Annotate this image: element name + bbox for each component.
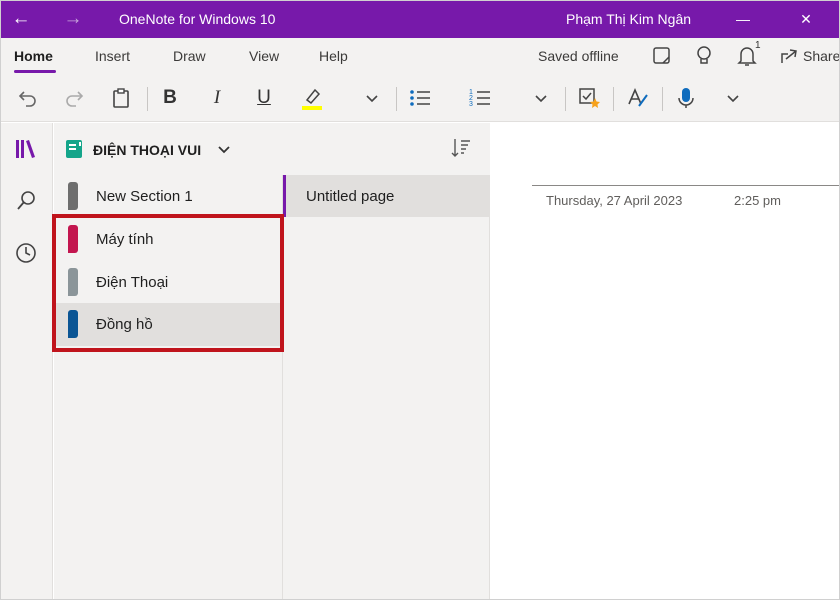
page-time: 2:25 pm: [734, 193, 781, 208]
close-icon[interactable]: ✕: [795, 8, 817, 30]
section-item[interactable]: New Section 1: [56, 175, 280, 218]
underline-icon[interactable]: U: [250, 84, 278, 112]
recent-clock-icon[interactable]: [12, 239, 40, 267]
tab-draw[interactable]: Draw: [173, 48, 206, 64]
dictate-icon[interactable]: [672, 84, 700, 112]
share-icon[interactable]: [777, 44, 801, 68]
undo-icon[interactable]: [14, 84, 42, 112]
ribbon-toolbar: B I U 123: [0, 74, 840, 122]
paste-icon[interactable]: [107, 84, 135, 112]
section-color-tab: [68, 182, 78, 210]
search-icon[interactable]: [12, 187, 40, 215]
section-label: New Section 1: [96, 188, 193, 205]
tab-home[interactable]: Home: [14, 48, 53, 64]
lightbulb-icon[interactable]: [692, 44, 716, 68]
tab-help[interactable]: Help: [319, 48, 348, 64]
ribbon-divider: [613, 87, 614, 111]
redo-icon[interactable]: [60, 84, 88, 112]
sort-icon[interactable]: [450, 137, 472, 159]
chevron-down-icon[interactable]: [719, 84, 747, 112]
navigation-rail: [0, 123, 53, 600]
page-date: Thursday, 27 April 2023: [546, 193, 683, 208]
sticky-notes-icon[interactable]: [650, 44, 674, 68]
tab-view[interactable]: View: [249, 48, 279, 64]
spelling-icon[interactable]: [624, 84, 652, 112]
ribbon-divider: [565, 87, 566, 111]
pages-list: Untitled page: [283, 175, 490, 600]
share-button[interactable]: Share: [803, 48, 840, 64]
bold-icon[interactable]: B: [156, 84, 184, 112]
notebooks-icon[interactable]: [12, 135, 40, 163]
ribbon-tabs: Home Insert Draw View Help Saved offline…: [0, 38, 840, 74]
ribbon-divider: [147, 87, 148, 111]
bullet-list-icon[interactable]: [406, 84, 434, 112]
numbered-list-icon[interactable]: 123: [466, 84, 494, 112]
tab-insert[interactable]: Insert: [95, 48, 130, 64]
notification-count: 1: [755, 40, 761, 51]
page-canvas[interactable]: Thursday, 27 April 2023 2:25 pm: [490, 123, 840, 600]
page-label: Untitled page: [306, 188, 395, 205]
ribbon-divider: [662, 87, 663, 111]
notebook-name[interactable]: ĐIỆN THOẠI VUI: [93, 142, 201, 158]
todo-tag-icon[interactable]: [575, 84, 603, 112]
chevron-down-icon[interactable]: [216, 141, 232, 157]
notebook-header[interactable]: ĐIỆN THOẠI VUI: [54, 123, 490, 175]
chevron-down-icon[interactable]: [527, 84, 555, 112]
app-title: OneNote for Windows 10: [119, 11, 276, 27]
italic-icon[interactable]: I: [203, 84, 231, 112]
active-tab-indicator: [14, 70, 56, 73]
page-title-line: [532, 185, 840, 186]
page-item[interactable]: Untitled page: [283, 175, 490, 217]
saved-status: Saved offline: [538, 48, 619, 64]
svg-text:3: 3: [469, 101, 473, 108]
title-bar: ← → OneNote for Windows 10 Phạm Thị Kim …: [0, 0, 840, 38]
notebook-icon: [65, 139, 83, 159]
back-arrow-icon[interactable]: ←: [8, 6, 34, 32]
forward-arrow-icon[interactable]: →: [60, 6, 86, 32]
chevron-down-icon[interactable]: [358, 84, 386, 112]
user-name[interactable]: Phạm Thị Kim Ngân: [566, 11, 691, 27]
highlighter-icon[interactable]: [298, 84, 326, 112]
highlight-box: [52, 214, 284, 352]
minimize-icon[interactable]: —: [732, 8, 754, 30]
ribbon-divider: [396, 87, 397, 111]
